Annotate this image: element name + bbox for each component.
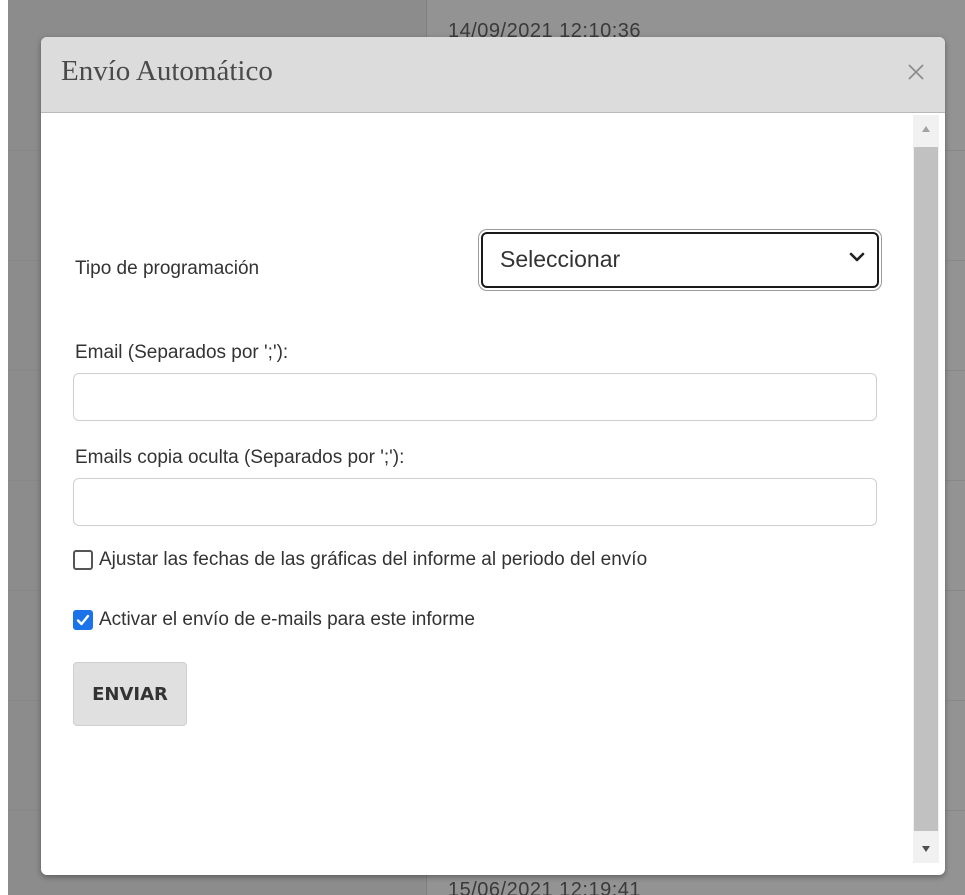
adjust-dates-row: Ajustar las fechas de las gráficas del i… [73,549,647,571]
dialog-header: Envío Automático [41,37,945,113]
activate-send-checkbox[interactable] [73,610,93,630]
scroll-down-button[interactable] [913,835,939,863]
activate-send-row: Activar el envío de e-mails para este in… [73,609,475,631]
adjust-dates-label[interactable]: Ajustar las fechas de las gráficas del i… [99,549,647,571]
auto-send-dialog: Envío Automático Tipo de programación Se… [41,37,945,875]
dialog-title: Envío Automático [61,55,273,87]
scrollbar-thumb[interactable] [914,147,938,831]
scroll-up-arrow-icon [922,126,930,132]
close-button[interactable] [903,59,929,85]
schedule-type-selected-value: Seleccionar [500,246,621,272]
send-button[interactable]: ENVIAR [73,662,187,726]
email-field[interactable] [73,373,877,421]
schedule-type-select[interactable]: Seleccionar [481,232,879,288]
chevron-down-icon [849,252,865,262]
adjust-dates-checkbox[interactable] [73,550,93,570]
email-label: Email (Separados por ';'): [75,342,289,363]
backdrop-timestamp: 15/06/2021 12:19:41 [448,879,642,895]
dialog-scrollbar[interactable] [913,115,939,863]
checkmark-icon [76,614,90,626]
scroll-down-arrow-icon [922,846,930,852]
scroll-up-button[interactable] [913,115,939,143]
activate-send-label[interactable]: Activar el envío de e-mails para este in… [99,609,475,631]
schedule-type-label: Tipo de programación [75,258,260,279]
bcc-email-field[interactable] [73,478,877,526]
dialog-body: Tipo de programación Seleccionar Email (… [41,113,945,875]
bcc-email-label: Emails copia oculta (Separados por ';'): [75,447,405,468]
close-icon [908,64,924,80]
